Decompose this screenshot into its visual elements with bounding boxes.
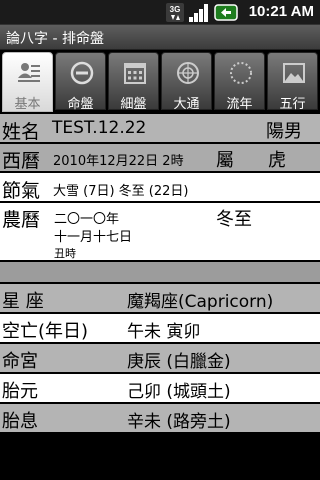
status-time: 10:21 AM — [248, 3, 314, 20]
tab-bar: 基本 命盤 細盤 大通 流年 五行 — [0, 50, 320, 112]
detail-row-constellation: 星 座 魔羯座(Capricorn) — [0, 284, 320, 312]
detail-label: 胎息 — [2, 411, 38, 432]
name-row: 姓名 TEST.12.22 陽男 — [0, 114, 320, 143]
detail-row-fetal-breath: 胎息 辛未 (路旁土) — [0, 404, 320, 432]
detail-label: 命宮 — [2, 351, 38, 372]
term-value: 大雪 (7日) 冬至 (22日) — [53, 184, 189, 199]
app-title-bar: 論八字 - 排命盤 — [0, 25, 320, 50]
lunar-hour-value: 丑時 — [54, 247, 76, 260]
tab-detail[interactable]: 細盤 — [108, 52, 159, 112]
detail-label: 空亡(年日) — [2, 321, 89, 342]
svg-text:3G: 3G — [170, 5, 181, 14]
lunar-label: 農曆 — [2, 209, 41, 231]
picture-icon — [282, 61, 306, 85]
section-divider — [0, 262, 320, 282]
detail-value: 庚辰 (白臘金) — [127, 352, 231, 372]
name-value: TEST.12.22 — [52, 118, 147, 138]
zodiac-label: 屬 — [216, 150, 234, 171]
app-title: 論八字 - 排命盤 — [6, 31, 104, 47]
compass-icon — [176, 61, 200, 85]
detail-label: 胎元 — [2, 381, 38, 402]
gender-value: 陽男 — [266, 121, 302, 142]
solar-term-row: 節氣 大雪 (7日) 冬至 (22日) — [0, 173, 320, 202]
tab-chart[interactable]: 命盤 — [55, 52, 106, 112]
detail-row-fetal-origin: 胎元 己卯 (城頭土) — [0, 374, 320, 402]
solar-date-row: 西曆 2010年12月22日 2時 屬 虎 — [0, 144, 320, 172]
detail-row-life-palace: 命宮 庚辰 (白臘金) — [0, 344, 320, 372]
lunar-date-row: 農曆 二〇一〇年 十一月十七日 丑時 冬至 — [0, 203, 320, 260]
detail-label: 星 座 — [2, 291, 44, 312]
solar-label: 西曆 — [2, 150, 41, 172]
tab-basic[interactable]: 基本 — [2, 52, 53, 112]
name-label: 姓名 — [2, 121, 41, 143]
lunar-term-value: 冬至 — [216, 209, 252, 230]
detail-value: 己卯 (城頭土) — [127, 382, 231, 402]
tab-annual[interactable]: 流年 — [214, 52, 265, 112]
lunar-year-value: 二〇一〇年 — [54, 212, 120, 227]
solar-date-value: 2010年12月22日 2時 — [53, 154, 184, 169]
circle-minus-icon — [70, 61, 94, 85]
tab-elements[interactable]: 五行 — [267, 52, 318, 112]
dotted-circle-icon — [229, 61, 253, 85]
profile-content: 姓名 TEST.12.22 陽男 西曆 2010年12月22日 2時 屬 虎 節… — [0, 112, 320, 480]
calendar-grid-icon — [123, 61, 147, 85]
detail-value: 辛未 (路旁土) — [127, 412, 231, 432]
term-label: 節氣 — [2, 180, 41, 202]
status-bar: 3G 10:21 AM — [0, 0, 320, 25]
signal-strength-icon — [188, 3, 210, 22]
tab-luck[interactable]: 大通 — [161, 52, 212, 112]
battery-charging-icon — [214, 3, 238, 22]
detail-row-void: 空亡(年日) 午未 寅卯 — [0, 314, 320, 342]
detail-value: 魔羯座(Capricorn) — [127, 292, 274, 312]
lunar-month-day-value: 十一月十七日 — [54, 230, 133, 245]
3g-network-icon: 3G — [166, 3, 184, 22]
zodiac-value: 虎 — [268, 150, 286, 171]
profile-icon — [17, 61, 41, 85]
detail-value: 午未 寅卯 — [127, 322, 201, 342]
